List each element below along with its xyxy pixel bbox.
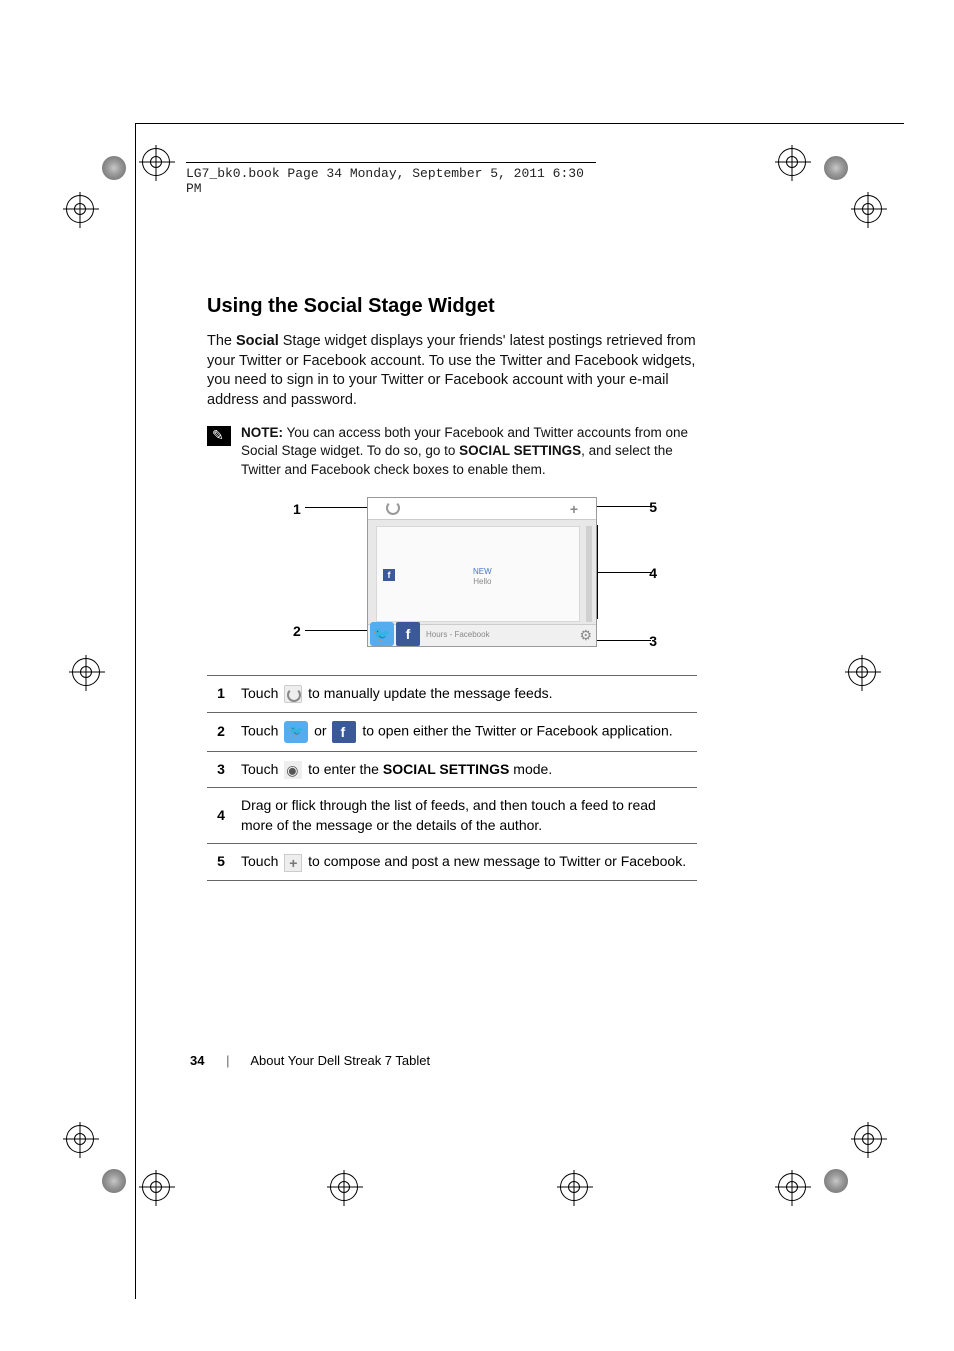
- step-text: Touch to enter the SOCIAL SETTINGS mode.: [235, 751, 697, 788]
- callout-line: [597, 525, 598, 619]
- note-block: NOTE: You can access both your Facebook …: [207, 424, 697, 479]
- text-span: to enter the: [304, 761, 383, 777]
- registration-mark-icon: [854, 1125, 882, 1153]
- document-page: LG7_bk0.book Page 34 Monday, September 5…: [0, 0, 954, 1351]
- callout-line: [591, 640, 651, 641]
- page-number: 34: [190, 1053, 204, 1068]
- registration-mark-icon: [854, 195, 882, 223]
- table-row: 2 Touch or to open either the Twitter or…: [207, 712, 697, 751]
- callout-2: 2: [293, 623, 301, 639]
- twitter-icon: 🐦: [370, 622, 394, 646]
- section-heading: Using the Social Stage Widget: [207, 295, 697, 318]
- callout-1: 1: [293, 501, 301, 517]
- callout-3: 3: [649, 633, 657, 649]
- text-span: Touch: [241, 761, 282, 777]
- step-number: 5: [207, 844, 235, 881]
- registration-mark-icon: [560, 1173, 588, 1201]
- registration-mark-icon: [778, 1173, 806, 1201]
- text-span: to manually update the message feeds.: [304, 685, 552, 701]
- footer-section: About Your Dell Streak 7 Tablet: [250, 1053, 430, 1068]
- bold-word: SOCIAL SETTINGS: [383, 761, 510, 777]
- color-swatch-icon: [102, 1169, 126, 1193]
- widget-screenshot: + f NEW Hello 🐦 f Hours - Facebook ⚙: [367, 497, 597, 647]
- callout-4: 4: [649, 565, 657, 581]
- step-number: 1: [207, 675, 235, 712]
- step-number: 3: [207, 751, 235, 788]
- refresh-icon: [284, 685, 302, 703]
- table-row: 4 Drag or flick through the list of feed…: [207, 788, 697, 844]
- feed-hello-label: Hello: [473, 577, 491, 586]
- note-label: NOTE:: [241, 425, 283, 440]
- color-swatch-icon: [102, 156, 126, 180]
- steps-table: 1 Touch to manually update the message f…: [207, 675, 697, 881]
- step-number: 4: [207, 788, 235, 844]
- callout-line: [597, 572, 651, 573]
- text-span: Touch: [241, 685, 282, 701]
- feed-new-label: NEW: [473, 567, 492, 576]
- callout-5: 5: [649, 499, 657, 515]
- text-span: Stage widget displays your friends' late…: [207, 333, 696, 408]
- gear-icon: ⚙: [579, 627, 592, 644]
- book-metadata: LG7_bk0.book Page 34 Monday, September 5…: [186, 162, 596, 196]
- step-number: 2: [207, 712, 235, 751]
- twitter-icon: [284, 721, 308, 743]
- facebook-icon: f: [383, 569, 395, 581]
- registration-mark-icon: [66, 1125, 94, 1153]
- table-row: 5 Touch to compose and post a new messag…: [207, 844, 697, 881]
- callout-line: [305, 630, 367, 631]
- table-row: 1 Touch to manually update the message f…: [207, 675, 697, 712]
- plus-icon: +: [570, 501, 578, 517]
- registration-mark-icon: [72, 658, 100, 686]
- widget-feed-area: f NEW Hello: [376, 526, 580, 622]
- main-content: Using the Social Stage Widget The Social…: [207, 295, 697, 881]
- text-span: mode.: [509, 761, 552, 777]
- facebook-icon: [332, 721, 356, 743]
- color-swatch-icon: [824, 1169, 848, 1193]
- intro-paragraph: The Social Stage widget displays your fr…: [207, 332, 697, 410]
- text-span: Touch: [241, 722, 282, 738]
- feed-message: NEW Hello: [473, 567, 492, 586]
- footer-divider: |: [226, 1053, 229, 1068]
- text-span: Touch: [241, 853, 282, 869]
- text-span: to open either the Twitter or Facebook a…: [358, 722, 672, 738]
- widget-bottom-label: Hours - Facebook: [426, 630, 490, 639]
- gear-icon: [284, 761, 302, 779]
- registration-mark-icon: [848, 658, 876, 686]
- note-icon: [207, 426, 231, 446]
- widget-diagram: 1 2 3 4 5 + f NEW Hello: [237, 497, 667, 657]
- registration-mark-icon: [66, 195, 94, 223]
- registration-mark-icon: [330, 1173, 358, 1201]
- registration-mark-icon: [142, 1173, 170, 1201]
- facebook-icon: f: [396, 622, 420, 646]
- registration-mark-icon: [142, 148, 170, 176]
- text-span: or: [310, 722, 330, 738]
- registration-mark-icon: [778, 148, 806, 176]
- widget-bottom-bar: 🐦 f Hours - Facebook ⚙: [368, 624, 596, 646]
- bold-word: SOCIAL SETTINGS: [459, 443, 581, 458]
- text-span: The: [207, 333, 236, 349]
- color-swatch-icon: [824, 156, 848, 180]
- step-text: Touch to manually update the message fee…: [235, 675, 697, 712]
- plus-icon: [284, 854, 302, 872]
- widget-top-bar: +: [368, 498, 596, 520]
- crop-frame-line: [135, 123, 136, 1299]
- step-text: Touch or to open either the Twitter or F…: [235, 712, 697, 751]
- widget-scroll: [586, 526, 592, 622]
- text-span: to compose and post a new message to Twi…: [304, 853, 686, 869]
- crop-frame-line: [135, 123, 904, 124]
- step-text: Drag or flick through the list of feeds,…: [235, 788, 697, 844]
- table-row: 3 Touch to enter the SOCIAL SETTINGS mod…: [207, 751, 697, 788]
- bold-word: Social: [236, 333, 279, 349]
- page-footer: 34 | About Your Dell Streak 7 Tablet: [190, 1053, 430, 1068]
- note-text: NOTE: You can access both your Facebook …: [241, 424, 697, 479]
- refresh-icon: [386, 501, 400, 515]
- step-text: Touch to compose and post a new message …: [235, 844, 697, 881]
